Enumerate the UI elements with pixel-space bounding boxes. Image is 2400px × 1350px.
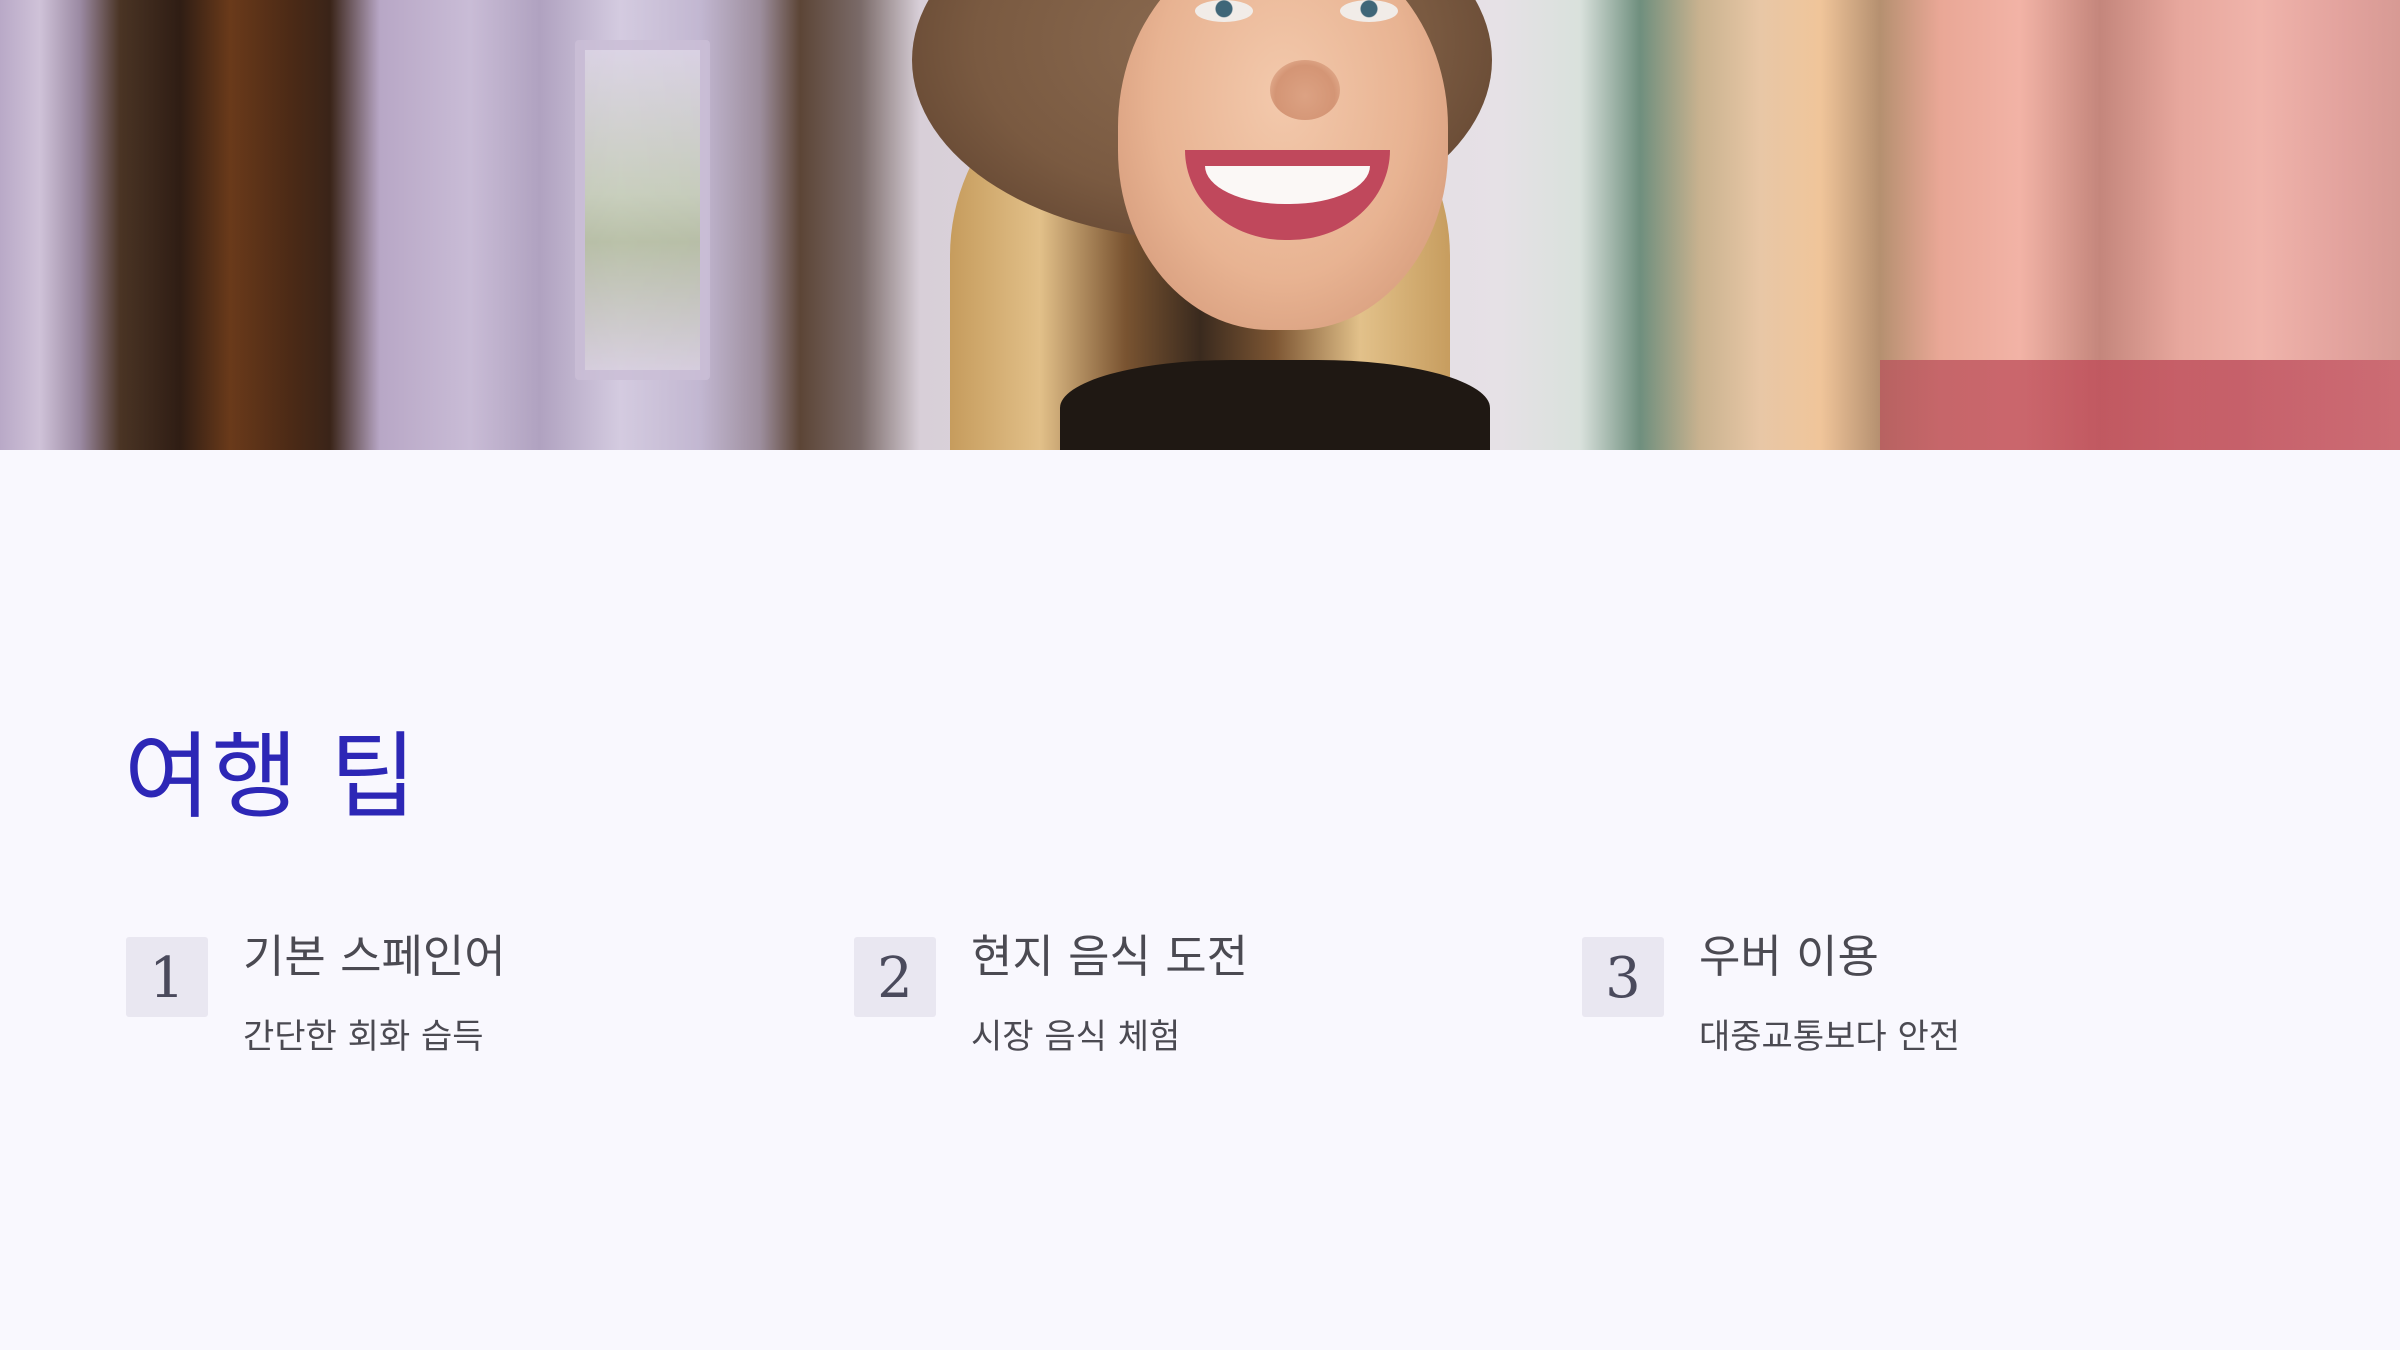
tip-item: 1 기본 스페인어 간단한 회화 습득 bbox=[126, 930, 826, 1095]
tips-list: 1 기본 스페인어 간단한 회화 습득 2 현지 음식 도전 시장 음식 체험 … bbox=[126, 930, 2276, 1095]
tip-number-badge: 1 bbox=[126, 937, 208, 1017]
page-title: 여행 팁 bbox=[124, 723, 418, 832]
slide: 여행 팁 1 기본 스페인어 간단한 회화 습득 2 현지 음식 도전 시장 음… bbox=[0, 0, 2400, 1350]
tip-number: 3 bbox=[1605, 946, 1641, 1011]
tip-title: 기본 스페인어 bbox=[243, 930, 506, 983]
hero-background-window bbox=[575, 40, 710, 380]
hero-photo bbox=[0, 0, 2400, 450]
tip-item: 2 현지 음식 도전 시장 음식 체험 bbox=[854, 930, 1554, 1095]
hero-background-storefront bbox=[1880, 360, 2400, 450]
tip-title: 우버 이용 bbox=[1699, 930, 1879, 983]
tip-number-badge: 2 bbox=[854, 937, 936, 1017]
tip-number-badge: 3 bbox=[1582, 937, 1664, 1017]
hero-eye-right bbox=[1340, 0, 1398, 22]
tip-description: 시장 음식 체험 bbox=[971, 1017, 1181, 1057]
tip-description: 대중교통보다 안전 bbox=[1699, 1017, 1961, 1057]
tip-description: 간단한 회화 습득 bbox=[243, 1017, 484, 1057]
tip-number: 1 bbox=[149, 946, 185, 1011]
tip-number: 2 bbox=[877, 946, 913, 1011]
hero-nose bbox=[1270, 60, 1340, 120]
tip-item: 3 우버 이용 대중교통보다 안전 bbox=[1582, 930, 2282, 1095]
hero-clothing bbox=[1060, 360, 1490, 450]
hero-eye-left bbox=[1195, 0, 1253, 22]
hero-subject bbox=[800, 0, 1700, 450]
tip-title: 현지 음식 도전 bbox=[971, 930, 1249, 983]
